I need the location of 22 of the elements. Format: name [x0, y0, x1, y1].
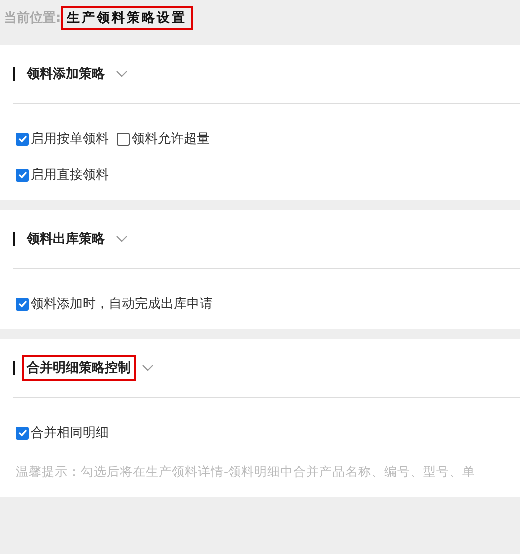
checkbox[interactable]: 领料允许超量	[117, 130, 210, 148]
checkbox-box[interactable]	[16, 298, 29, 310]
checkbox[interactable]: 领料添加时，自动完成出库申请	[16, 295, 213, 313]
breadcrumb-current: 生产领料策略设置	[61, 6, 194, 30]
breadcrumb-label: 当前位置:	[4, 10, 62, 26]
accent-bar	[13, 67, 15, 81]
checkbox-box[interactable]	[16, 132, 29, 146]
section-title: 领料添加策略	[26, 66, 106, 84]
checkbox-box[interactable]	[16, 168, 29, 182]
chevron-down-icon[interactable]	[116, 70, 128, 78]
chevron-down-icon[interactable]	[116, 235, 128, 243]
checkbox[interactable]: 启用直接领料	[16, 166, 109, 184]
hint-text: 温馨提示：勾选后将在生产领料详情-领料明细中合并产品名称、编号、型号、单	[16, 464, 477, 481]
checkbox[interactable]: 启用按单领料	[16, 130, 109, 148]
accent-bar	[13, 361, 15, 375]
checkbox-box[interactable]	[117, 132, 130, 146]
section-title: 领料出库策略	[26, 230, 106, 249]
checkbox-box[interactable]	[16, 426, 29, 440]
chevron-down-icon[interactable]	[142, 364, 154, 372]
accent-bar	[13, 232, 15, 246]
section-title: 合并明细策略控制	[22, 355, 136, 381]
checkbox[interactable]: 合并相同明细	[16, 424, 109, 442]
